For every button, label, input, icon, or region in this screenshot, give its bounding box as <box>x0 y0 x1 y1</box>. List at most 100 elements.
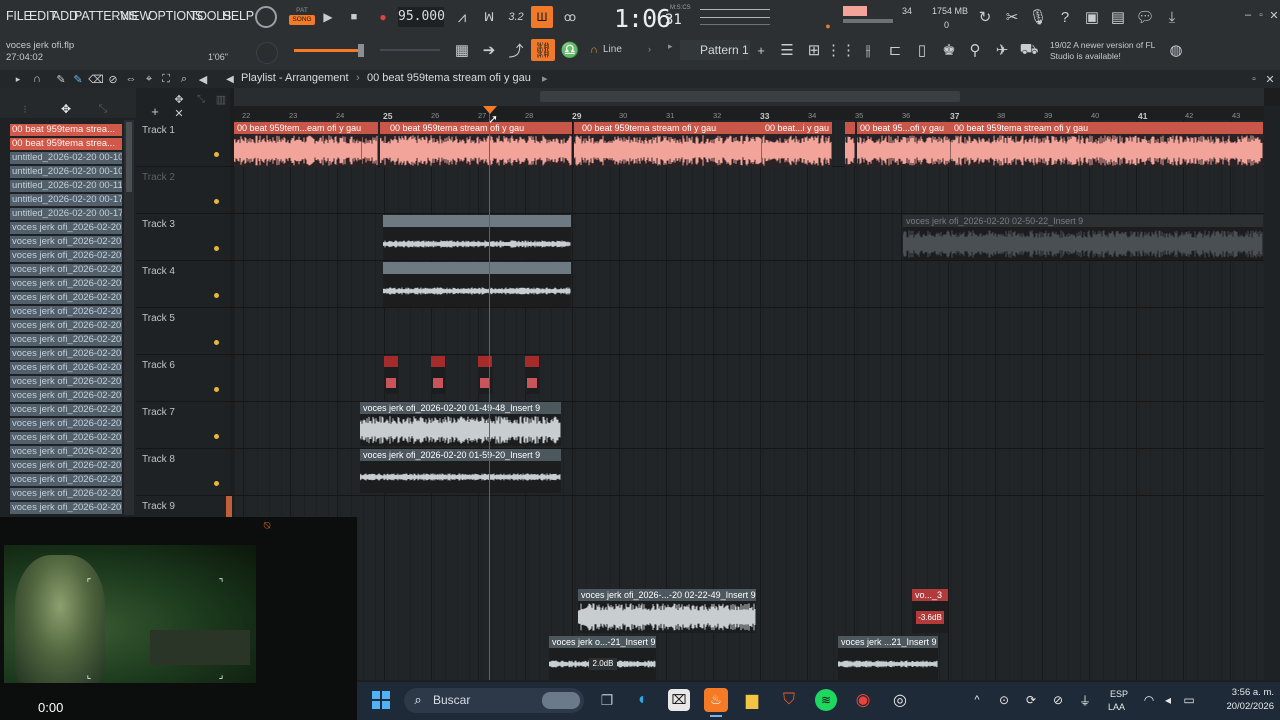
playlist-close-icon[interactable]: ✕ <box>1264 72 1276 86</box>
track-mute-indicator[interactable] <box>214 152 219 157</box>
audio-clip[interactable]: voces jerk ofi_2026-02-20 02-50-22_Inser… <box>903 215 1263 260</box>
breadcrumb[interactable]: 00 beat 959tema stream ofi y gau <box>367 72 531 84</box>
download-icon[interactable]: ⤓ <box>1162 7 1182 27</box>
picker-item[interactable]: untitled_2026-02-20 00-17... <box>10 194 122 206</box>
browser-icon[interactable]: ⊏ <box>885 41 905 59</box>
save-icon[interactable]: ▣ <box>1082 7 1102 27</box>
picker-item[interactable]: voces jerk ofi_2026-02-20... <box>10 222 122 234</box>
taskbar-date[interactable]: 20/02/2026 <box>1212 701 1274 712</box>
picker-item[interactable]: voces jerk ofi_2026-02-20... <box>10 250 122 262</box>
add-pattern-icon[interactable]: + <box>754 41 768 59</box>
tray-obs-icon[interactable]: ⊙ <box>996 692 1012 708</box>
magnet-icon[interactable]: ∩ <box>586 41 602 59</box>
pat-song-toggle[interactable]: PAT SONG <box>289 6 315 28</box>
menu-help[interactable]: HELP <box>222 9 254 23</box>
picker-item[interactable]: voces jerk ofi_2026-02-20... <box>10 320 122 332</box>
close-icon[interactable]: ✕ <box>1268 8 1280 22</box>
screen-record-icon[interactable]: ⍉ <box>258 519 276 533</box>
pattern-clip[interactable] <box>384 356 398 394</box>
tray-camera-icon[interactable]: ⊘ <box>1050 692 1066 708</box>
playlist-options-icon[interactable]: ◀ <box>224 72 236 86</box>
picker-item[interactable]: voces jerk ofi_2026-02-20... <box>10 502 122 514</box>
picker-item[interactable]: voces jerk ofi_2026-02-20... <box>10 264 122 276</box>
menu-file[interactable]: FILE <box>6 9 32 23</box>
picker-item[interactable]: voces jerk ofi_2026-02-20... <box>10 432 122 444</box>
mute-tool-icon[interactable]: ⊘ <box>106 72 120 86</box>
pattern-prev-icon[interactable]: ▸ <box>668 41 673 52</box>
touch-controller-icon[interactable]: ⚲ <box>965 41 985 59</box>
picker-item[interactable]: voces jerk ofi_2026-02-20... <box>10 236 122 248</box>
audio-clip[interactable]: voces jerk ofi_2026-02-20 01-49-48_Inser… <box>360 402 561 446</box>
track-row[interactable]: Track 2 <box>136 167 1264 214</box>
picker-item[interactable]: voces jerk ofi_2026-02-20... <box>10 362 122 374</box>
slice-tool-icon[interactable]: ⌖ <box>142 72 156 86</box>
chat-icon[interactable]: 💬︎ <box>1135 7 1155 27</box>
shop-icon[interactable]: ⛟ <box>1019 41 1039 59</box>
audio-clip[interactable]: voces jerk ofi_2026-...-20 02-22-49_Inse… <box>578 589 756 633</box>
zoom-tool-icon[interactable]: ⌕ <box>177 72 191 86</box>
track-mute-indicator[interactable] <box>214 387 219 392</box>
track-row[interactable]: Track 7 <box>136 402 1264 449</box>
picker-item[interactable]: voces jerk ofi_2026-02-20... <box>10 390 122 402</box>
track-mute-indicator[interactable] <box>214 434 219 439</box>
tray-sync-icon[interactable]: ⟳ <box>1023 692 1039 708</box>
update-notice[interactable]: 19/02 A newer version of FL Studio is av… <box>1050 40 1162 62</box>
pattern-clip[interactable] <box>525 356 539 394</box>
snap-dropdown-icon[interactable]: › <box>648 44 651 54</box>
picker-pattern-icon[interactable]: ✥ <box>58 102 74 116</box>
pattern-selector[interactable]: Pattern 1 <box>680 40 750 60</box>
picker-piano-icon[interactable]: ⁝ <box>18 102 32 116</box>
step-sequencer-icon[interactable]: ⋮⋮ <box>826 41 856 59</box>
playlist-maximize-icon[interactable]: ▫ <box>1248 72 1260 86</box>
picker-item[interactable]: 00 beat 959tema strea... <box>10 138 122 150</box>
pattern-clip-group[interactable] <box>383 262 571 307</box>
minimize-icon[interactable]: – <box>1241 8 1255 22</box>
track-row[interactable]: Track 4 <box>136 261 1264 308</box>
step-edit-icon[interactable]: ꝏ <box>560 8 580 26</box>
master-volume-knob[interactable] <box>255 6 277 28</box>
play-icon[interactable]: ▶ <box>320 8 336 26</box>
audio-clip[interactable]: 00 beat 959tem...eam ofi y gau <box>234 122 362 167</box>
horizontal-scroll-thumb[interactable] <box>540 91 960 102</box>
picker-item[interactable]: voces jerk ofi_2026-02-20... <box>10 418 122 430</box>
audio-clip[interactable]: vo..._3 -3.6dB <box>912 589 948 633</box>
help-icon[interactable]: ? <box>1055 7 1075 27</box>
track-row[interactable]: Track 6 <box>136 355 1264 402</box>
file-explorer-icon[interactable]: ▆ <box>741 689 763 711</box>
picker-item[interactable]: voces jerk ofi_2026-02-20... <box>10 474 122 486</box>
piano-roll-icon[interactable]: ▦ <box>451 41 473 59</box>
delete-tool-icon[interactable]: ⌫ <box>88 72 104 86</box>
playlist-menu-icon[interactable]: ▸ <box>12 72 24 86</box>
snap-mode[interactable]: Line <box>603 44 622 55</box>
picker-item[interactable]: untitled_2026-02-20 00-10... <box>10 152 122 164</box>
paint-tool-icon[interactable]: ✎ <box>71 72 85 86</box>
add-track-icon[interactable]: + <box>148 104 162 119</box>
main-pitch-slider[interactable] <box>380 49 440 51</box>
slip-tool-icon[interactable]: ⇔ <box>124 72 138 86</box>
fl-studio-taskbar-icon[interactable]: ♨ <box>704 688 728 712</box>
close-picker-icon[interactable]: ✕ <box>172 106 186 120</box>
pattern-clip-group[interactable] <box>383 215 571 260</box>
mixer-faders-icon[interactable]: ⫲ <box>858 41 878 59</box>
battery-icon[interactable]: ▭ <box>1181 692 1197 708</box>
slide-icon[interactable]: ⤴ <box>506 41 526 60</box>
picker-item[interactable]: voces jerk ofi_2026-02-20... <box>10 278 122 290</box>
track-mute-indicator[interactable] <box>214 246 219 251</box>
track-mute-indicator[interactable] <box>214 293 219 298</box>
audio-clip[interactable]: 00 beat 959tema stream ofi y gau <box>380 122 572 167</box>
mixer-icon[interactable]: ▤ <box>1108 7 1128 27</box>
main-volume-slider[interactable] <box>294 49 360 52</box>
picker-item[interactable]: voces jerk ofi_2026-02-20... <box>10 348 122 360</box>
audio-clip[interactable]: voces jerk o...-21_Insert 9 2.0dB <box>549 636 656 680</box>
language-indicator[interactable]: ESP <box>1110 689 1128 699</box>
audio-clip[interactable]: 00 beat 959tema stream ofi y gau <box>951 122 1263 167</box>
picker-item[interactable]: untitled_2026-02-20 00-17... <box>10 208 122 220</box>
countdown-icon[interactable]: 3.2 <box>505 8 527 26</box>
wifi-icon[interactable]: ◠ <box>1141 692 1157 708</box>
picker-item[interactable]: untitled_2026-02-20 00-11... <box>10 180 122 192</box>
channel-rack-icon[interactable]: ⊞ <box>804 41 824 59</box>
capcut-icon[interactable]: ⌧ <box>668 689 690 711</box>
taskbar-search[interactable]: ⌕ Buscar <box>404 688 584 713</box>
picker-item[interactable]: voces jerk ofi_2026-02-20... <box>10 446 122 458</box>
playlist-icon[interactable]: ☰ <box>777 41 797 59</box>
